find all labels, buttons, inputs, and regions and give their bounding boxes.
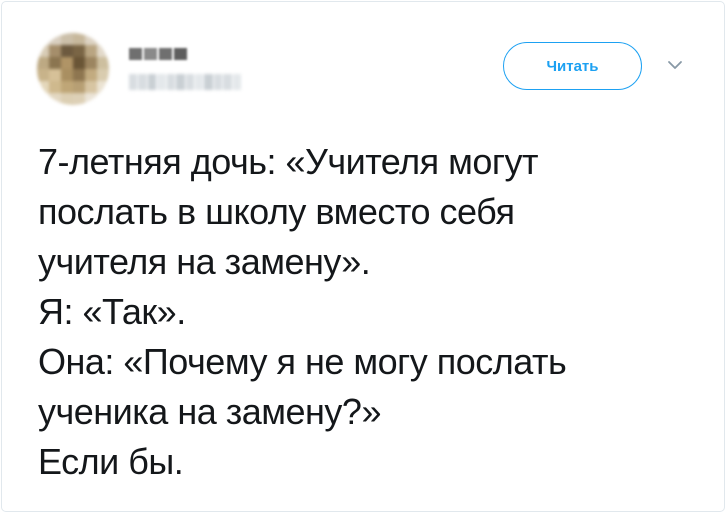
tweet-card: Читать 7-летняя дочь: «Учителя могут пос… — [1, 1, 725, 512]
tweet-line: ученика на замену?» — [38, 391, 381, 432]
tweet-line: Я: «Так». — [38, 291, 186, 332]
tweet-line: Она: «Почему я не могу послать — [38, 341, 567, 382]
follow-button[interactable]: Читать — [503, 42, 642, 90]
account-name-redacted[interactable] — [129, 48, 187, 60]
tweet-line: учителя на замену». — [38, 241, 371, 282]
tweet-line: послать в школу вместо себя — [38, 191, 515, 232]
follow-button-label: Читать — [546, 57, 599, 75]
tweet-line: 7-летняя дочь: «Учителя могут — [38, 141, 539, 182]
avatar[interactable] — [37, 33, 109, 105]
tweet-line: Если бы. — [38, 441, 184, 482]
tweet-text: 7-летняя дочь: «Учителя могут послать в … — [38, 137, 708, 487]
account-handle-redacted[interactable] — [129, 74, 242, 90]
chevron-down-icon[interactable] — [665, 58, 685, 74]
